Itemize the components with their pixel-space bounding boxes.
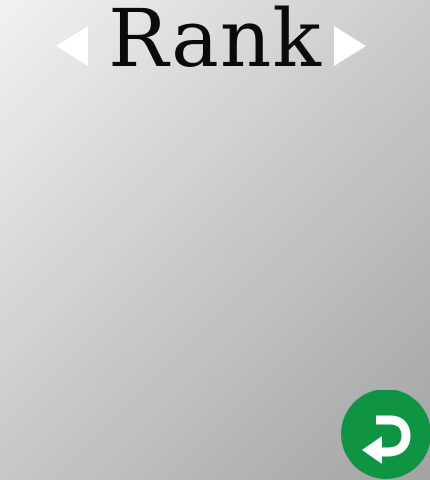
back-button[interactable] xyxy=(340,390,430,480)
rank-header: Rank xyxy=(0,0,430,90)
right-triangle-icon xyxy=(334,26,366,66)
return-arrow-icon xyxy=(341,390,430,479)
next-page-button[interactable] xyxy=(330,24,370,68)
